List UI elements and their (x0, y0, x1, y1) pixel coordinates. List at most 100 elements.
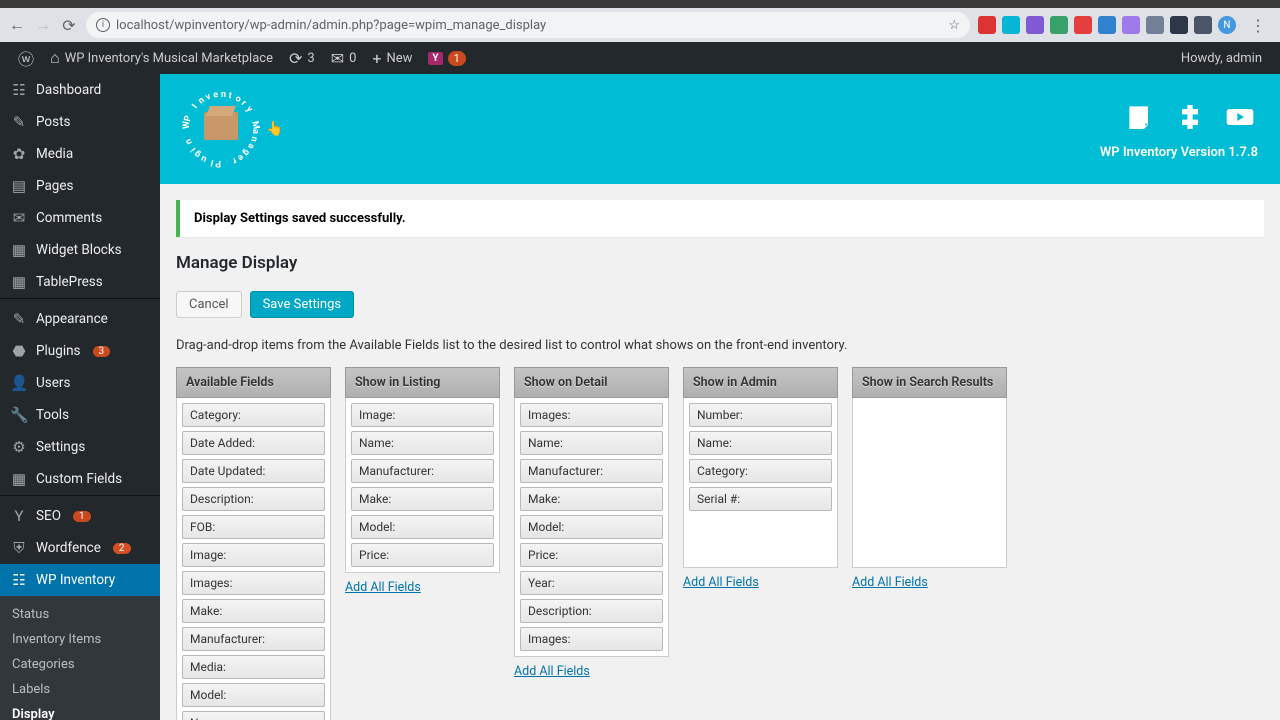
url-bar[interactable]: i localhost/wpinventory/wp-admin/admin.p… (86, 12, 970, 38)
menu-item-seo[interactable]: YSEO1 (0, 500, 160, 532)
howdy[interactable]: Howdy, admin (1173, 42, 1270, 74)
docs-icon[interactable] (1122, 99, 1158, 135)
field-item[interactable]: Serial #: (689, 487, 832, 511)
site-name[interactable]: ⌂WP Inventory's Musical Marketplace (42, 42, 281, 74)
column-body[interactable]: Number: Name: Category: Serial #: (683, 398, 838, 568)
field-item[interactable]: Manufacturer: (351, 459, 494, 483)
menu-item-wp-inventory[interactable]: ☷WP Inventory (0, 564, 160, 596)
wp-logo[interactable]: ⓦ (10, 42, 42, 74)
field-item[interactable]: Images: (520, 403, 663, 427)
field-item[interactable]: Model: (182, 683, 325, 707)
column-show-in-search-results: Show in Search ResultsAdd All Fields (852, 367, 1007, 590)
ext-icon[interactable] (1122, 16, 1140, 34)
site-info-icon[interactable]: i (96, 18, 110, 32)
menu-item-users[interactable]: 👤Users (0, 367, 160, 399)
column-body[interactable]: Image: Name: Manufacturer: Make: Model: Price… (345, 398, 500, 573)
column-body[interactable]: Images: Name: Manufacturer: Make: Model: Pric… (514, 398, 669, 657)
field-item[interactable]: Manufacturer: (520, 459, 663, 483)
ext-icon[interactable] (1098, 16, 1116, 34)
submenu-item-status[interactable]: Status (0, 602, 160, 627)
menu-item-plugins[interactable]: ⬣Plugins3 (0, 335, 160, 367)
bookmark-icon[interactable]: ☆ (948, 18, 960, 33)
menu-icon: ☷ (10, 81, 28, 99)
field-item[interactable]: Name: (520, 431, 663, 455)
reload-button[interactable]: ⟳ (60, 16, 78, 34)
field-item[interactable]: Description: (520, 599, 663, 623)
ext-icon[interactable] (1146, 16, 1164, 34)
field-item[interactable]: Model: (520, 515, 663, 539)
field-item[interactable]: Model: (351, 515, 494, 539)
field-item[interactable]: Name: (182, 711, 325, 720)
ext-icon[interactable] (1026, 16, 1044, 34)
menu-label: Media (36, 146, 73, 162)
yoast[interactable]: Y1 (420, 42, 473, 74)
field-item[interactable]: Make: (182, 599, 325, 623)
field-item[interactable]: Category: (689, 459, 832, 483)
add-all-link[interactable]: Add All Fields (345, 580, 421, 595)
field-item[interactable]: Year: (520, 571, 663, 595)
submenu-item-labels[interactable]: Labels (0, 677, 160, 702)
ext-icon[interactable] (1194, 16, 1212, 34)
field-item[interactable]: Images: (182, 571, 325, 595)
menu-item-settings[interactable]: ⚙Settings (0, 431, 160, 463)
field-item[interactable]: FOB: (182, 515, 325, 539)
menu-item-tablepress[interactable]: ▦TablePress (0, 266, 160, 298)
menu-item-pages[interactable]: ▤Pages (0, 170, 160, 202)
ext-icon[interactable] (1074, 16, 1092, 34)
field-item[interactable]: Name: (689, 431, 832, 455)
help-text: Drag-and-drop items from the Available F… (176, 338, 1264, 353)
menu-item-custom-fields[interactable]: ▦Custom Fields (0, 463, 160, 495)
youtube-icon[interactable] (1222, 99, 1258, 135)
ext-icon[interactable] (1170, 16, 1188, 34)
field-item[interactable]: Number: (689, 403, 832, 427)
add-all-link[interactable]: Add All Fields (683, 575, 759, 590)
ext-icon[interactable] (1050, 16, 1068, 34)
field-item[interactable]: Media: (182, 655, 325, 679)
field-item[interactable]: Category: (182, 403, 325, 427)
column-header: Show in Listing (345, 367, 500, 398)
menu-item-dashboard[interactable]: ☷Dashboard (0, 74, 160, 106)
menu-item-widget-blocks[interactable]: ▦Widget Blocks (0, 234, 160, 266)
field-item[interactable]: Image: (351, 403, 494, 427)
updates[interactable]: ⟳3 (281, 42, 323, 74)
field-item[interactable]: Description: (182, 487, 325, 511)
ext-icon[interactable] (978, 16, 996, 34)
menu-label: Tools (36, 407, 69, 423)
new-content[interactable]: +New (364, 42, 420, 74)
menu-item-wordfence[interactable]: ⛨Wordfence2 (0, 532, 160, 564)
back-button[interactable]: ← (8, 16, 26, 34)
forward-button[interactable]: → (34, 16, 52, 34)
field-item[interactable]: Manufacturer: (182, 627, 325, 651)
add-all-link[interactable]: Add All Fields (514, 664, 590, 679)
add-all-link[interactable]: Add All Fields (852, 575, 928, 590)
menu-item-posts[interactable]: ✎Posts (0, 106, 160, 138)
field-item[interactable]: Make: (520, 487, 663, 511)
profile-icon[interactable]: N (1218, 16, 1236, 34)
menu-item-appearance[interactable]: ✎Appearance (0, 303, 160, 335)
menu-icon: ▦ (10, 470, 28, 488)
menu-item-media[interactable]: ✿Media (0, 138, 160, 170)
field-item[interactable]: Price: (520, 543, 663, 567)
comments[interactable]: ✉0 (323, 42, 365, 74)
ext-icon[interactable] (1002, 16, 1020, 34)
save-button[interactable]: Save Settings (250, 291, 355, 318)
column-body[interactable] (852, 398, 1007, 568)
field-item[interactable]: Images: (520, 627, 663, 651)
menu-item-tools[interactable]: 🔧Tools (0, 399, 160, 431)
menu-item-comments[interactable]: ✉Comments (0, 202, 160, 234)
extension-icons: N (978, 16, 1236, 34)
field-item[interactable]: Make: (351, 487, 494, 511)
field-item[interactable]: Image: (182, 543, 325, 567)
field-item[interactable]: Date Added: (182, 431, 325, 455)
field-item[interactable]: Date Updated: (182, 459, 325, 483)
submenu-item-display[interactable]: Display (0, 702, 160, 720)
field-item[interactable]: Name: (351, 431, 494, 455)
column-header: Available Fields (176, 367, 331, 398)
submenu-item-categories[interactable]: Categories (0, 652, 160, 677)
cancel-button[interactable]: Cancel (176, 291, 242, 318)
support-icon[interactable] (1172, 99, 1208, 135)
field-item[interactable]: Price: (351, 543, 494, 567)
browser-menu-icon[interactable]: ⋮ (1244, 16, 1272, 35)
column-body[interactable]: Category: Date Added: Date Updated: Descrip… (176, 398, 331, 720)
submenu-item-inventory-items[interactable]: Inventory Items (0, 627, 160, 652)
